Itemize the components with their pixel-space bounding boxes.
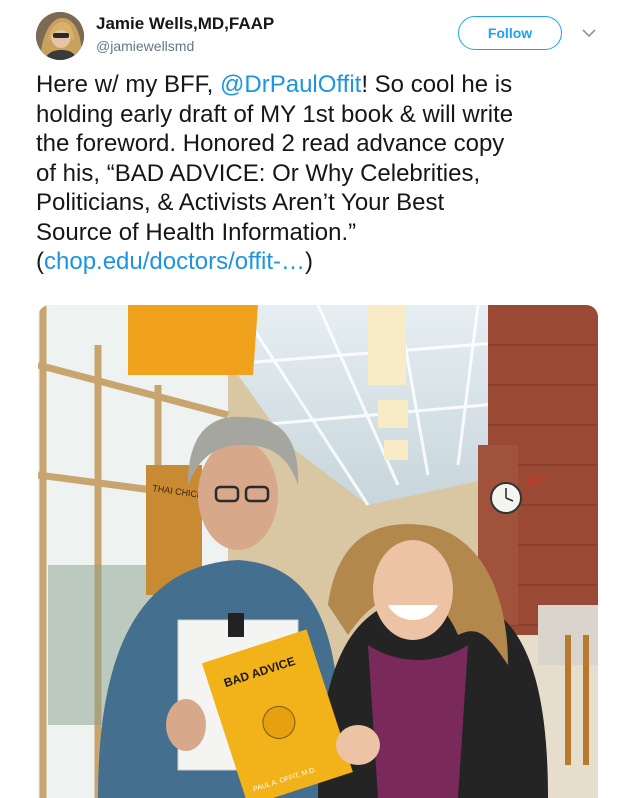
tweet-line-2: holding early draft of MY 1st book & wil… (36, 100, 514, 128)
avatar[interactable] (36, 12, 84, 60)
tweet-line-4: of his, “BAD ADVICE: Or Why Celebrities, (36, 159, 481, 187)
avatar-image (36, 12, 84, 60)
author-handle[interactable]: @jamiewellsmd (96, 38, 194, 54)
tweet-line-1-text: Here w/ my BFF, (36, 71, 221, 98)
tweet-line-5: Politicians, & Activists Aren’t Your Bes… (36, 189, 445, 216)
chevron-down-icon (582, 28, 596, 37)
more-options-button[interactable] (578, 22, 600, 44)
url-link[interactable]: chop.edu/doctors/offit-… (44, 248, 305, 275)
mention-link[interactable]: @DrPaulOffit (220, 71, 361, 98)
tweet-line-1-end: ! So cool he is (361, 71, 513, 98)
tweet-header: Jamie Wells,MD,FAAP @jamiewellsmd Follow (0, 0, 634, 70)
tweet-line-7: (chop.edu/doctors/offit-…) (36, 247, 616, 277)
paren-close: ) (305, 248, 314, 275)
tweet-line-1: Here w/ my BFF, @DrPaulOffit! So cool he… (36, 70, 616, 100)
tweet-photo[interactable]: THAI CHICKEN & LIME EXIT (38, 305, 598, 798)
tweet-line-3: the foreword. Honored 2 read advance cop… (36, 130, 505, 157)
tweet-line-6: Source of Health Information.” (36, 218, 357, 246)
author-display-name[interactable]: Jamie Wells,MD,FAAP (96, 14, 274, 34)
photo-image: THAI CHICKEN & LIME EXIT (38, 305, 598, 798)
tweet-text: Here w/ my BFF, @DrPaulOffit! So cool he… (36, 70, 616, 277)
follow-button[interactable]: Follow (458, 16, 562, 50)
paren-open: ( (36, 248, 44, 275)
exit-sign: EXIT (528, 475, 549, 485)
